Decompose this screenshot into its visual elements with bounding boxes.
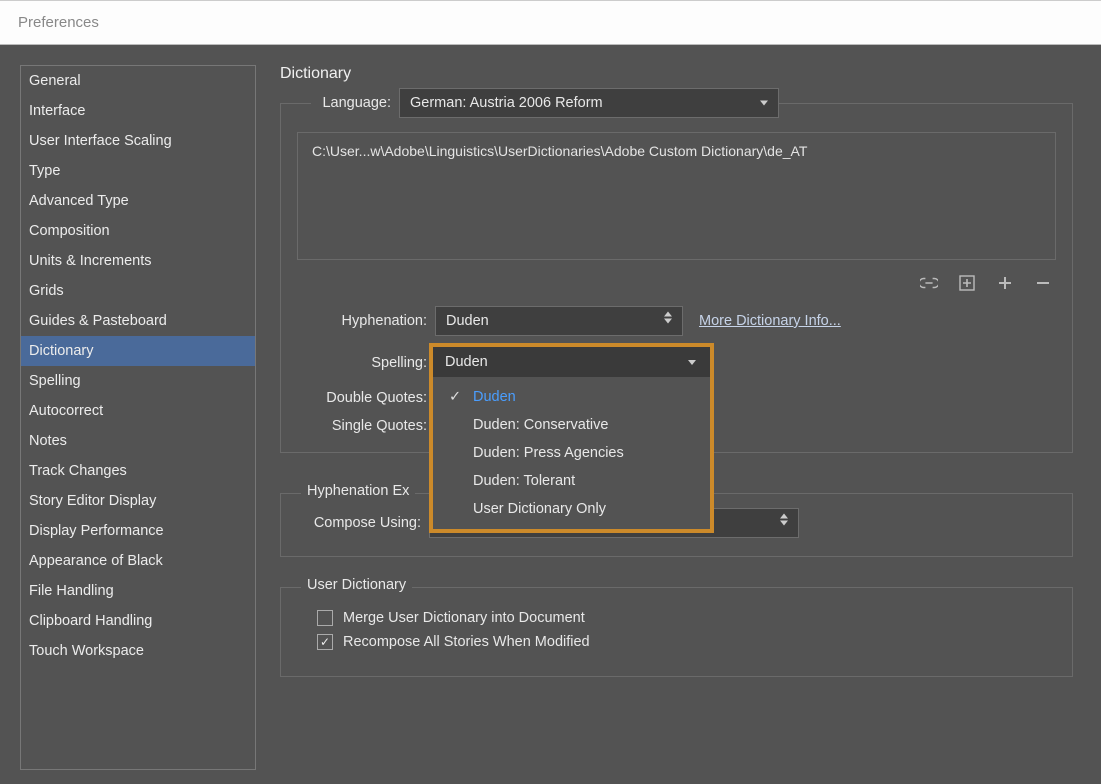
spelling-option[interactable]: Duden: Tolerant	[433, 467, 710, 495]
sidebar-item-units-increments[interactable]: Units & Increments	[21, 246, 255, 276]
recompose-checkbox-row[interactable]: Recompose All Stories When Modified	[317, 634, 1056, 650]
spelling-dropdown-popup: Duden DudenDuden: ConservativeDuden: Pre…	[429, 343, 714, 533]
sidebar-item-spelling[interactable]: Spelling	[21, 366, 255, 396]
sidebar-item-clipboard-handling[interactable]: Clipboard Handling	[21, 606, 255, 636]
dictionary-path-list[interactable]: C:\User...w\Adobe\Linguistics\UserDictio…	[297, 132, 1056, 260]
sidebar-item-composition[interactable]: Composition	[21, 216, 255, 246]
user-dictionary-legend: User Dictionary	[301, 577, 412, 593]
recompose-label: Recompose All Stories When Modified	[343, 634, 590, 650]
spelling-dropdown-header[interactable]: Duden	[433, 347, 710, 377]
spelling-dropdown-header-text: Duden	[445, 354, 488, 370]
sidebar: GeneralInterfaceUser Interface ScalingTy…	[20, 65, 256, 770]
chevron-updown-icon	[664, 319, 672, 324]
sidebar-item-track-changes[interactable]: Track Changes	[21, 456, 255, 486]
sidebar-item-file-handling[interactable]: File Handling	[21, 576, 255, 606]
sidebar-item-dictionary[interactable]: Dictionary	[21, 336, 255, 366]
sidebar-item-touch-workspace[interactable]: Touch Workspace	[21, 636, 255, 666]
spelling-dropdown-list: DudenDuden: ConservativeDuden: Press Age…	[433, 377, 710, 529]
sidebar-item-general[interactable]: General	[21, 66, 255, 96]
single-quotes-label: Single Quotes:	[311, 418, 435, 434]
sidebar-item-advanced-type[interactable]: Advanced Type	[21, 186, 255, 216]
hyphenation-value: Duden	[446, 313, 489, 329]
minus-icon[interactable]	[1034, 274, 1052, 292]
sidebar-item-grids[interactable]: Grids	[21, 276, 255, 306]
sidebar-item-interface[interactable]: Interface	[21, 96, 255, 126]
sidebar-item-appearance-of-black[interactable]: Appearance of Black	[21, 546, 255, 576]
new-doc-icon[interactable]	[958, 274, 976, 292]
panel-title: Dictionary	[280, 65, 1073, 83]
content-panel: Dictionary Language: German: Austria 200…	[256, 45, 1101, 784]
recompose-checkbox[interactable]	[317, 634, 333, 650]
language-select[interactable]: German: Austria 2006 Reform	[399, 88, 779, 118]
spelling-option[interactable]: Duden: Press Agencies	[433, 439, 710, 467]
spelling-label: Spelling:	[311, 355, 435, 371]
spelling-option[interactable]: Duden	[433, 383, 710, 411]
hyphenation-select[interactable]: Duden	[435, 306, 683, 336]
chevron-updown-icon	[780, 521, 788, 526]
spelling-option[interactable]: Duden: Conservative	[433, 411, 710, 439]
chevron-down-icon	[688, 360, 696, 365]
spelling-select-wrap: Duden Duden DudenDuden: ConservativeDude…	[435, 348, 690, 378]
sidebar-item-guides-pasteboard[interactable]: Guides & Pasteboard	[21, 306, 255, 336]
hyphenation-label: Hyphenation:	[311, 313, 435, 329]
dictionary-path-item[interactable]: C:\User...w\Adobe\Linguistics\UserDictio…	[312, 143, 1041, 159]
sidebar-item-display-performance[interactable]: Display Performance	[21, 516, 255, 546]
merge-checkbox-row[interactable]: Merge User Dictionary into Document	[317, 610, 1056, 626]
sidebar-item-type[interactable]: Type	[21, 156, 255, 186]
user-dictionary-fieldset: User Dictionary Merge User Dictionary in…	[280, 587, 1073, 677]
hyphenation-exceptions-legend: Hyphenation Ex	[301, 483, 415, 499]
main-container: GeneralInterfaceUser Interface ScalingTy…	[0, 45, 1101, 784]
merge-label: Merge User Dictionary into Document	[343, 610, 585, 626]
dictionary-toolbar	[297, 274, 1052, 292]
sidebar-item-story-editor-display[interactable]: Story Editor Display	[21, 486, 255, 516]
double-quotes-label: Double Quotes:	[311, 390, 435, 406]
plus-icon[interactable]	[996, 274, 1014, 292]
window-titlebar: Preferences	[0, 0, 1101, 45]
merge-checkbox[interactable]	[317, 610, 333, 626]
sidebar-item-user-interface-scaling[interactable]: User Interface Scaling	[21, 126, 255, 156]
language-value: German: Austria 2006 Reform	[410, 95, 603, 111]
chevron-down-icon	[760, 101, 768, 106]
more-dictionary-info-link[interactable]: More Dictionary Info...	[699, 313, 841, 329]
window-title: Preferences	[18, 14, 99, 31]
sidebar-item-notes[interactable]: Notes	[21, 426, 255, 456]
language-label: Language:	[311, 95, 399, 111]
compose-using-label: Compose Using:	[297, 515, 429, 531]
relink-icon[interactable]	[920, 274, 938, 292]
sidebar-item-autocorrect[interactable]: Autocorrect	[21, 396, 255, 426]
dictionary-fieldset: Language: German: Austria 2006 Reform C:…	[280, 103, 1073, 453]
spelling-option[interactable]: User Dictionary Only	[433, 495, 710, 523]
